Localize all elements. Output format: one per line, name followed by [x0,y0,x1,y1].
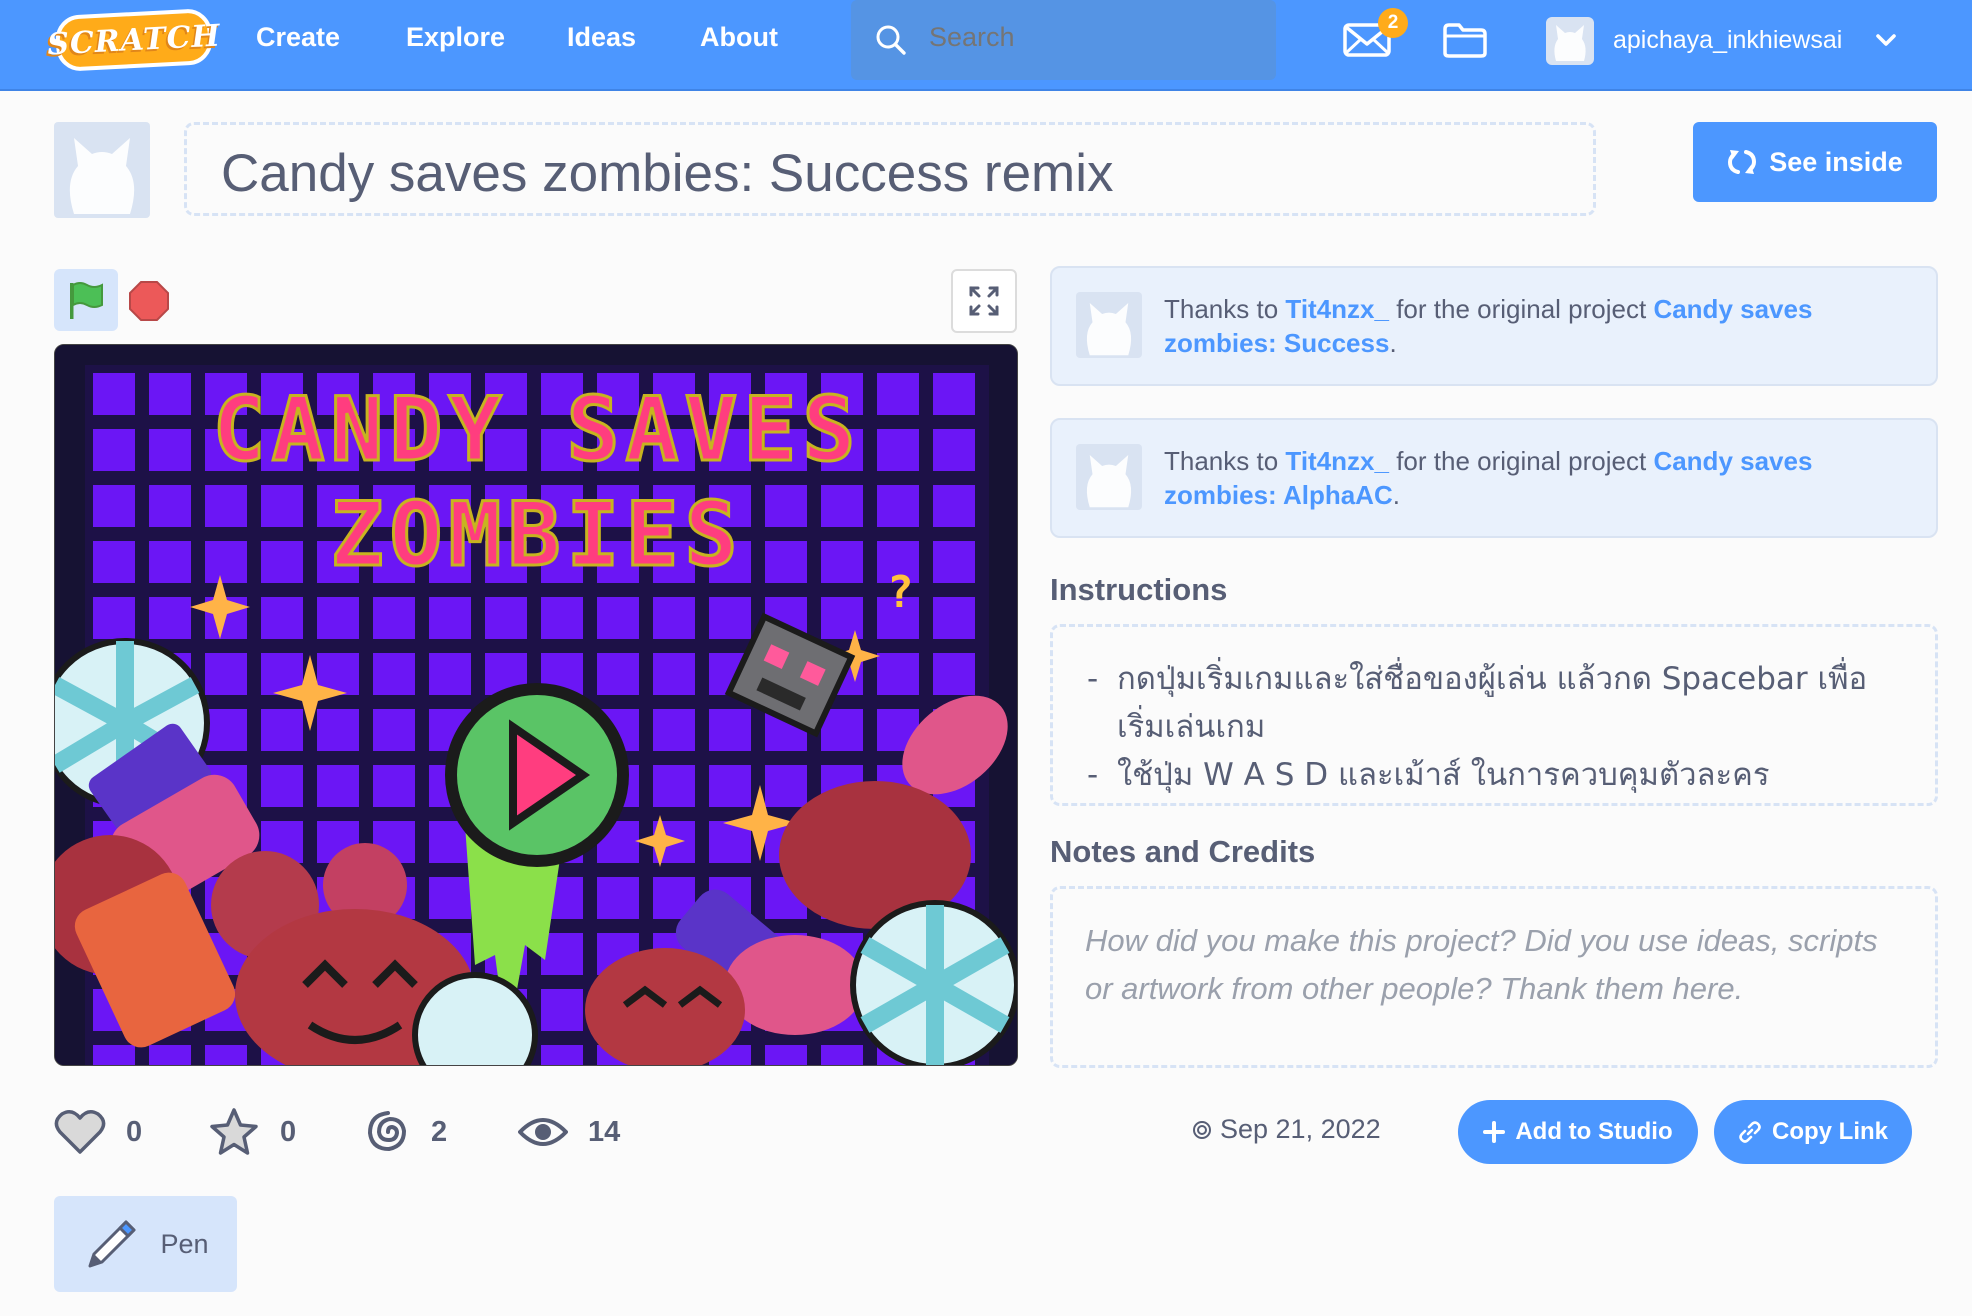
top-nav: SCRATCH Create Explore Ideas About 2 api… [0,0,1972,91]
remix-credit-1: Thanks to Tit4nzx_ for the original proj… [1050,266,1938,386]
search-input[interactable] [929,22,1249,53]
credit-author-link[interactable]: Tit4nzx_ [1285,446,1389,476]
fullscreen-icon [969,286,999,316]
love-stat[interactable]: 0 [54,1106,142,1158]
add-to-studio-label: Add to Studio [1515,1118,1673,1145]
folder-icon[interactable] [1442,21,1488,59]
nav-explore[interactable]: Explore [406,22,505,53]
credit-author-avatar[interactable] [1076,292,1142,358]
heart-icon [54,1110,106,1154]
eye-icon [518,1118,568,1146]
message-count-badge: 2 [1378,8,1408,38]
plus-icon [1483,1121,1506,1143]
instruction-line: ใช้ปุ่ม W A S D และเม้าส์ ในการควบคุมตัว… [1087,751,1905,799]
green-flag-button[interactable] [54,269,118,331]
cat-avatar-icon [1554,25,1586,61]
search-icon [876,25,906,55]
project-title[interactable]: Candy saves zombies: Success remix [221,143,1114,204]
credit-text: Thanks to Tit4nzx_ for the original proj… [1164,292,1914,360]
favorite-stat[interactable]: 0 [208,1106,296,1158]
notes-heading: Notes and Credits [1050,834,1316,869]
stop-icon[interactable] [128,280,170,322]
shared-date-text: Sep 21, 2022 [1220,1114,1381,1144]
notes-field[interactable]: How did you make this project? Did you u… [1050,886,1938,1068]
stage-title-line1: CANDY SAVES [213,378,862,481]
favorite-count: 0 [280,1115,297,1148]
see-inside-label: See inside [1769,146,1903,177]
remix-credit-2: Thanks to Tit4nzx_ for the original proj… [1050,418,1938,538]
copyright-icon [1193,1120,1211,1139]
nav-create[interactable]: Create [256,22,340,53]
notes-placeholder: How did you make this project? Did you u… [1085,923,1878,1006]
love-count: 0 [126,1115,143,1148]
link-icon [1739,1121,1761,1143]
credit-text: Thanks to Tit4nzx_ for the original proj… [1164,444,1914,512]
credit-author-avatar[interactable] [1076,444,1142,510]
remix-arrows-icon [1728,150,1757,174]
credit-author-link[interactable]: Tit4nzx_ [1285,294,1389,324]
remix-spiral-icon [367,1111,407,1152]
remix-stat: 2 [365,1106,447,1158]
credit-middle: for the original project [1388,446,1654,476]
instruction-line: กดปุ่มเริ่มเกมและใส่ชื่อของผู้เล่น แล้วก… [1087,655,1905,751]
cat-avatar-icon [1086,303,1132,356]
remix-count: 2 [431,1115,448,1148]
fullscreen-button[interactable] [951,269,1017,333]
credit-prefix: Thanks to [1164,446,1286,476]
project-stage[interactable]: CANDY SAVES ZOMBIES ? [54,344,1018,1066]
star-icon [210,1108,258,1155]
cat-avatar-icon [69,138,135,214]
see-inside-button[interactable]: See inside [1693,122,1937,202]
credit-suffix: . [1389,328,1397,358]
project-title-field[interactable]: Candy saves zombies: Success remix [184,122,1596,216]
nav-ideas[interactable]: Ideas [567,22,636,53]
chevron-down-icon[interactable] [1874,31,1898,49]
question-mark-decoration: ? [887,567,914,618]
credit-middle: for the original project [1388,294,1654,324]
user-avatar[interactable] [1546,17,1594,65]
pen-icon [88,1220,136,1268]
instructions-heading: Instructions [1050,572,1228,607]
add-to-studio-button[interactable]: Add to Studio [1458,1100,1698,1164]
copy-link-label: Copy Link [1771,1118,1888,1145]
views-count: 14 [588,1115,621,1148]
views-stat: 14 [518,1106,620,1158]
nav-about[interactable]: About [700,22,778,53]
green-flag-icon [70,282,103,319]
credit-suffix: . [1392,480,1400,510]
tag-pen-label: Pen [160,1228,209,1259]
shared-date: Sep 21, 2022 [1192,1114,1381,1145]
credit-prefix: Thanks to [1164,294,1286,324]
stage-title-line2: ZOMBIES [331,483,744,586]
search-bar[interactable] [851,0,1276,80]
scratch-logo[interactable]: SCRATCH [46,7,222,73]
copy-link-button[interactable]: Copy Link [1714,1100,1912,1164]
instructions-field[interactable]: กดปุ่มเริ่มเกมและใส่ชื่อของผู้เล่น แล้วก… [1050,624,1938,806]
username[interactable]: apichaya_inkhiewsai [1613,26,1842,55]
cat-avatar-icon [1086,455,1132,508]
project-author-avatar[interactable] [54,122,150,218]
tag-pen[interactable]: Pen [54,1196,237,1292]
